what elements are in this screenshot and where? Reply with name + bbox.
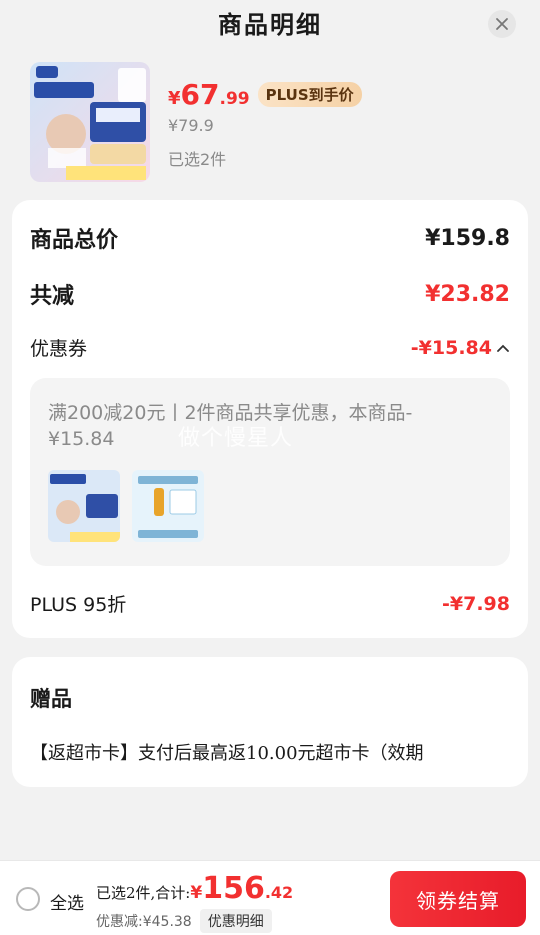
- page-title: 商品明细: [218, 10, 322, 39]
- total-label: 已选2件,合计:: [96, 884, 191, 902]
- coupon-label: 优惠券: [30, 338, 88, 360]
- total-reduce-label: 共减: [30, 283, 75, 309]
- total-amount: ¥156.42: [190, 871, 294, 906]
- close-button[interactable]: [488, 10, 516, 38]
- bottom-bar: 全选 已选2件,合计: ¥156.42 优惠减:¥45.38 优惠明细 领券结算: [0, 860, 540, 935]
- header: 商品明细: [0, 0, 540, 50]
- coupon-value: -¥15.84: [410, 336, 492, 359]
- gift-card: 赠品 【返超市卡】支付后最高返10.00元超市卡（效期: [12, 657, 528, 787]
- total-reduce-row: 共减 ¥23.82: [30, 278, 510, 310]
- price-breakdown-card: 商品总价 ¥159.8 共减 ¥23.82 优惠券 -¥15.84 满200减2…: [12, 200, 528, 638]
- coupon-product-thumb-2[interactable]: [132, 470, 204, 542]
- coupon-detail-box: 满200减20元丨2件商品共享优惠，本商品-¥15.84 做个慢星人: [30, 378, 510, 566]
- plus-discount-label: PLUS 95折: [30, 594, 127, 616]
- plus-discount-value: -¥7.98: [442, 592, 510, 615]
- checkout-button[interactable]: 领券结算: [390, 871, 526, 927]
- select-all-label[interactable]: 全选: [50, 889, 84, 914]
- product-summary: ¥67.99 PLUS到手价 ¥79.9 已选2件: [30, 60, 510, 185]
- discount-line: 优惠减:¥45.38 优惠明细: [96, 909, 272, 933]
- watermark: 做个慢星人: [178, 426, 294, 451]
- total-price-row: 商品总价 ¥159.8: [30, 222, 510, 254]
- close-icon: [496, 18, 508, 30]
- product-thumbnail[interactable]: [30, 62, 150, 182]
- chevron-up-icon[interactable]: [496, 343, 510, 353]
- total-line: 已选2件,合计: ¥156.42: [96, 871, 293, 906]
- coupon-value-wrap[interactable]: -¥15.84: [411, 337, 510, 359]
- current-price: ¥67.99: [168, 78, 250, 111]
- total-price-value: ¥159.8: [425, 225, 510, 251]
- coupon-product-thumb-1[interactable]: [48, 470, 120, 542]
- price-line: ¥67.99 PLUS到手价: [168, 78, 362, 111]
- total-reduce-value: ¥23.82: [425, 281, 510, 307]
- plus-price-badge: PLUS到手价: [257, 82, 362, 107]
- plus-discount-row: PLUS 95折 -¥7.98: [30, 590, 510, 617]
- discount-amount: 优惠减:¥45.38: [96, 914, 192, 930]
- discount-detail-button[interactable]: 优惠明细: [199, 909, 272, 933]
- coupon-row[interactable]: 优惠券 -¥15.84: [30, 334, 510, 361]
- original-price: ¥79.9: [168, 116, 214, 135]
- gift-description: 【返超市卡】支付后最高返10.00元超市卡（效期: [30, 743, 424, 764]
- selected-count: 已选2件: [168, 150, 227, 169]
- gift-title: 赠品: [30, 686, 72, 711]
- total-price-label: 商品总价: [30, 227, 119, 253]
- select-all-radio[interactable]: [16, 887, 40, 911]
